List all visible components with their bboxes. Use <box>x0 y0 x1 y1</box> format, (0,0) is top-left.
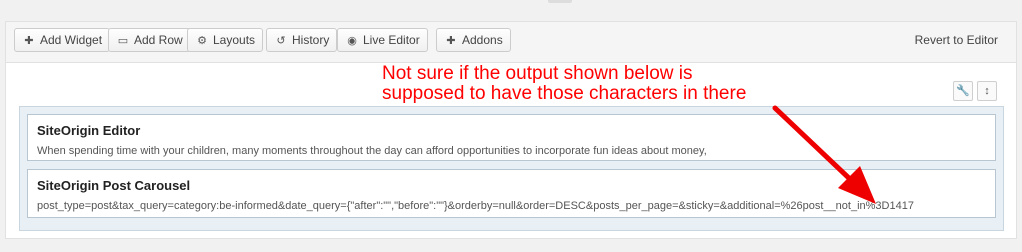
annotation-arrow-icon <box>772 105 876 204</box>
